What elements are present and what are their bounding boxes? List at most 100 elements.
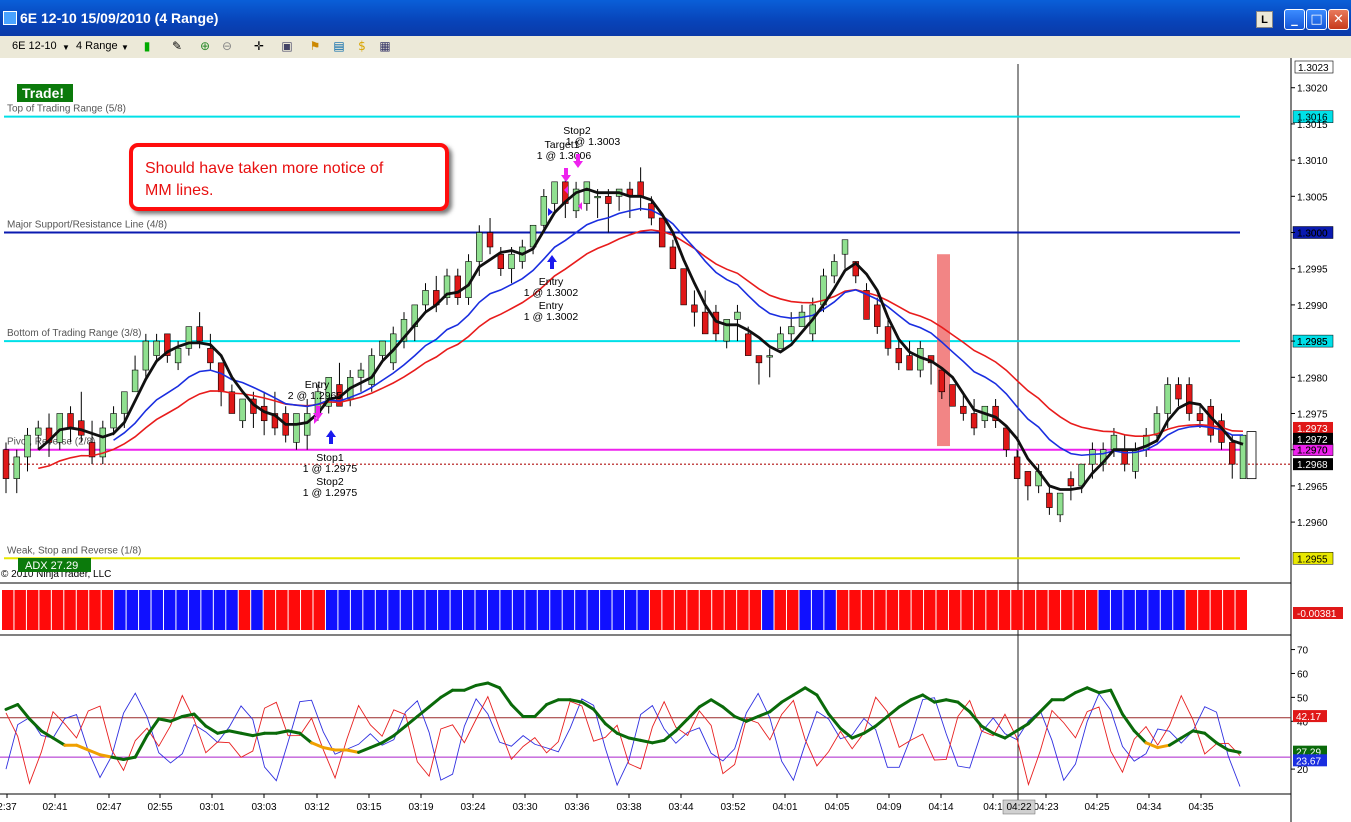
candle-body	[691, 304, 698, 313]
price-tick-label: 1.2970	[1297, 446, 1328, 457]
candle-body	[78, 420, 85, 436]
price-tick-label: 1.2960	[1297, 518, 1328, 529]
time-tick-label: 03:19	[408, 802, 433, 813]
candle-body	[1164, 384, 1171, 414]
histogram-bar	[575, 590, 587, 630]
histogram-bar	[64, 590, 76, 630]
candle-body	[121, 391, 128, 414]
pencil-icon[interactable]: ✎	[170, 39, 184, 53]
candle-body	[1013, 456, 1021, 479]
candle-body	[110, 413, 117, 429]
data-box-icon[interactable]: ▦	[378, 39, 392, 53]
chart-area[interactable]: Trade! Top of Trading Range (5/8)1.3016M…	[0, 58, 1351, 822]
time-tick-label: 04:1	[983, 802, 1003, 813]
candle-body	[701, 311, 709, 335]
histogram-bar	[799, 590, 811, 630]
zoom-in-icon[interactable]: ⊕	[198, 39, 212, 53]
candle-body	[831, 261, 838, 277]
histogram-bar	[14, 590, 26, 630]
time-tick-label: 02:55	[147, 802, 172, 813]
candle-body	[1186, 384, 1193, 414]
coin-icon[interactable]: $	[355, 39, 369, 53]
histogram-bar	[1223, 590, 1235, 630]
signal-label: 1 @ 1.3002	[524, 287, 579, 299]
candle-body	[35, 427, 42, 436]
histogram-bar	[537, 590, 550, 630]
histogram-bar	[188, 590, 201, 630]
candle-body	[486, 232, 494, 248]
histogram-bar	[525, 590, 537, 630]
histogram-bar	[899, 590, 911, 630]
histogram-bar	[948, 590, 961, 630]
histogram-bar	[998, 590, 1011, 630]
candle-body	[13, 456, 20, 479]
histogram-bar	[662, 590, 674, 630]
mm-level-label: Bottom of Trading Range (3/8)	[7, 328, 142, 339]
candle-body	[131, 369, 139, 393]
candle-body	[540, 196, 548, 226]
strategies-icon[interactable]: ⚑	[308, 39, 322, 53]
candle-body	[895, 348, 902, 364]
histogram-bar	[375, 590, 388, 630]
histogram-bar	[1110, 590, 1123, 630]
candle-body	[744, 333, 752, 356]
time-tick-label: 03:15	[356, 802, 381, 813]
histogram-bar	[1123, 590, 1135, 630]
adx-tick-label: 50	[1297, 693, 1309, 704]
candle-body	[949, 384, 956, 407]
candle-body	[1229, 442, 1236, 465]
candlestick-icon[interactable]: ▮	[140, 39, 154, 53]
candle-body	[422, 290, 429, 306]
highlight-zone	[937, 254, 950, 447]
zoom-out-icon[interactable]: ⊖	[220, 39, 234, 53]
signal-label: 2 @ 1.2965	[288, 390, 343, 402]
close-button[interactable]: ✕	[1328, 9, 1349, 30]
histogram-bar	[600, 590, 612, 630]
annotation-text: Should have taken more notice of	[145, 160, 384, 177]
minimize-button[interactable]: _	[1284, 9, 1305, 30]
time-tick-label: 04:23	[1033, 802, 1058, 813]
histogram-bar	[463, 590, 475, 630]
interval-selector[interactable]: 4 Range	[76, 40, 118, 52]
histogram-bar	[413, 590, 425, 630]
maximize-button[interactable]: □	[1306, 9, 1327, 30]
signal-label: 1 @ 1.2975	[303, 463, 358, 475]
instrument-selector[interactable]: 6E 12-10	[12, 40, 57, 52]
histogram-bar	[712, 590, 724, 630]
candle-body	[1110, 434, 1118, 450]
price-tick-label: 1.3015	[1297, 120, 1328, 131]
histogram-bar	[363, 590, 375, 630]
histogram-bar	[2, 590, 14, 630]
histogram-bar	[649, 590, 662, 630]
chevron-down-icon[interactable]: ▼	[62, 43, 70, 52]
histogram-bar	[861, 590, 874, 630]
time-tick-label: 03:52	[720, 802, 745, 813]
time-tick-label: 04:25	[1084, 802, 1109, 813]
candle-body	[884, 326, 892, 349]
histogram-bar	[936, 590, 948, 630]
price-tick-label: 1.3020	[1297, 84, 1328, 95]
mm-level-label: Major Support/Resistance Line (4/8)	[7, 220, 167, 231]
candle-body	[1153, 413, 1161, 436]
time-tick-label: 04:01	[772, 802, 797, 813]
chart-trader-icon[interactable]: ▤	[332, 39, 346, 53]
histogram-bar	[201, 590, 213, 630]
histogram-bar	[89, 590, 101, 630]
cursor-time-label: 04:22	[1006, 802, 1031, 813]
properties-icon[interactable]: ▣	[280, 39, 294, 53]
candle-body	[777, 333, 784, 349]
histogram-bar	[749, 590, 762, 630]
app-icon	[3, 11, 17, 25]
candle-body	[239, 398, 246, 422]
candle-body	[497, 253, 504, 270]
histogram-panel: -0.00381	[2, 590, 1343, 630]
histogram-bar	[911, 590, 924, 630]
layout-button[interactable]: L	[1256, 11, 1273, 28]
histogram-bar	[1185, 590, 1198, 630]
price-tick-label: 1.2985	[1297, 337, 1328, 348]
crosshair-icon[interactable]: ✛	[252, 39, 266, 53]
histogram-bar	[313, 590, 325, 630]
histogram-bar	[699, 590, 712, 630]
chevron-down-icon[interactable]: ▼	[121, 43, 129, 52]
candle-body	[1046, 492, 1053, 508]
